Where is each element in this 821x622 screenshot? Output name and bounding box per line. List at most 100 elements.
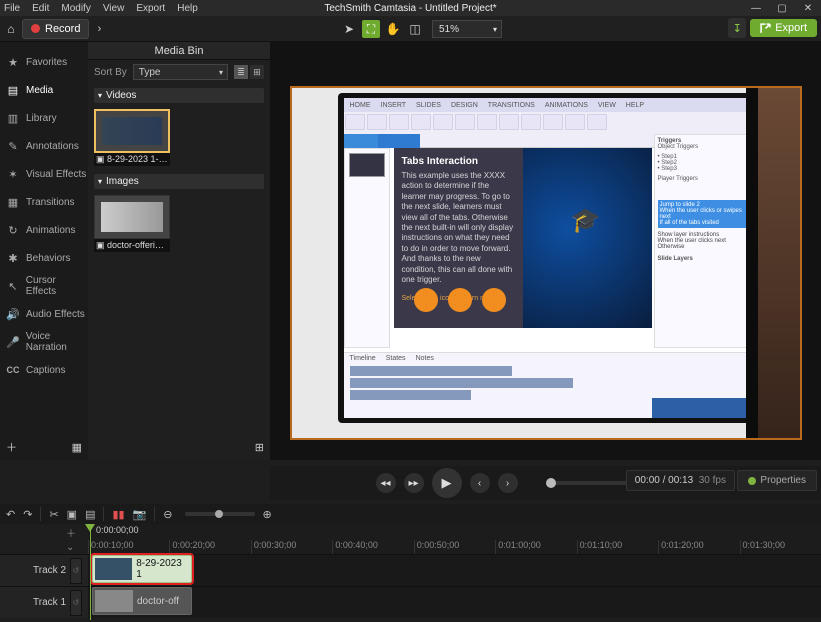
- export-button[interactable]: Export: [750, 19, 817, 37]
- menu-edit[interactable]: Edit: [32, 3, 49, 14]
- menu-modify[interactable]: Modify: [61, 3, 90, 14]
- sidebar-library[interactable]: ▥Library: [0, 104, 88, 132]
- record-more[interactable]: ›: [89, 23, 109, 35]
- bin-item-image[interactable]: ▣ doctor-offering-me...: [94, 195, 170, 252]
- circle-icon: [414, 288, 438, 312]
- sidebar-favorites[interactable]: ★Favorites: [0, 48, 88, 76]
- sort-dropdown[interactable]: Type: [133, 64, 228, 80]
- timeline-ruler[interactable]: 0:00:10;000:00:20;000:00:30;000:00:40;00…: [88, 540, 821, 554]
- track-lock-icon[interactable]: ↺: [70, 590, 82, 616]
- record-button[interactable]: Record: [22, 19, 89, 39]
- track2-lane[interactable]: 8-29-2023 1: [88, 554, 821, 586]
- menu-view[interactable]: View: [103, 3, 125, 14]
- media-icon: ▤: [6, 84, 20, 97]
- inner-triggers-panel: Triggers Object Triggers • Step1• Step2•…: [654, 134, 750, 348]
- sidebar-visual-effects[interactable]: ✶Visual Effects: [0, 160, 88, 188]
- menu-help[interactable]: Help: [177, 3, 198, 14]
- time-display: 00:00 / 00:13 30 fps: [626, 470, 735, 491]
- sidebar-behaviors[interactable]: ✱Behaviors: [0, 244, 88, 272]
- playhead-lane[interactable]: [88, 524, 821, 540]
- cc-icon: CC: [6, 365, 20, 375]
- view-grid[interactable]: ⊞: [250, 65, 264, 79]
- thumbnail-icon: [94, 195, 170, 239]
- tool-sidebar: ★Favorites ▤Media ▥Library ✎Annotations …: [0, 42, 88, 460]
- step-fwd-button[interactable]: ›: [498, 473, 518, 493]
- next-frame-button[interactable]: ▸▸: [404, 473, 424, 493]
- split-button[interactable]: ▮▮: [112, 508, 124, 521]
- bin-item-video[interactable]: ▣ 8-29-2023 1-00-2...: [94, 109, 170, 166]
- sidebar-animations[interactable]: ↻Animations: [0, 216, 88, 244]
- animations-icon: ↻: [6, 224, 20, 237]
- sidebar-media[interactable]: ▤Media: [0, 76, 88, 104]
- sidebar-captions[interactable]: CCCaptions: [0, 356, 88, 384]
- menu-export[interactable]: Export: [136, 3, 165, 14]
- slide-body: This example uses the XXXX action to det…: [402, 171, 515, 285]
- track2-header[interactable]: Track 2 ↺: [0, 554, 88, 586]
- sidebar-annotations[interactable]: ✎Annotations: [0, 132, 88, 160]
- star-icon: ★: [6, 56, 20, 69]
- sidebar-voice-narration[interactable]: 🎤Voice Narration: [0, 328, 88, 356]
- circle-icon: [482, 288, 506, 312]
- paste-button[interactable]: ▤: [85, 508, 95, 521]
- circle-icon: [448, 288, 472, 312]
- zoom-dropdown[interactable]: 51%: [432, 20, 502, 38]
- collapse-tracks-button[interactable]: ⌄: [66, 542, 76, 553]
- window-minimize[interactable]: —: [743, 0, 769, 16]
- clip-image[interactable]: doctor-off: [92, 587, 192, 615]
- track1-header[interactable]: Track 1 ↺: [0, 586, 88, 618]
- behaviors-icon: ✱: [6, 252, 20, 265]
- undo-button[interactable]: ↶: [6, 508, 15, 521]
- record-icon: [31, 24, 40, 33]
- select-tool[interactable]: ⛶: [362, 20, 380, 38]
- clip-video[interactable]: 8-29-2023 1: [92, 555, 192, 583]
- group-images[interactable]: Images: [94, 174, 264, 189]
- timeline-zoom-slider[interactable]: [185, 512, 255, 516]
- inner-bottom-bar: [652, 398, 750, 418]
- bin-view-toggle[interactable]: ⊞: [255, 441, 264, 454]
- canvas-selection[interactable]: HOMEINSERTSLIDESDESIGNTRANSITIONSANIMATI…: [290, 86, 802, 440]
- sidebar-grid-view[interactable]: ▦: [72, 441, 82, 454]
- properties-button[interactable]: Properties: [737, 470, 817, 491]
- window-title: TechSmith Camtasia - Untitled Project*: [324, 0, 496, 16]
- audio-icon: 🔊: [6, 308, 20, 321]
- step-back-button[interactable]: ‹: [470, 473, 490, 493]
- canvas-area: HOMEINSERTSLIDESDESIGNTRANSITIONSANIMATI…: [270, 42, 821, 460]
- zoom-in-button[interactable]: ⊕: [263, 508, 272, 521]
- group-videos[interactable]: Videos: [94, 88, 264, 103]
- person-icon: [746, 88, 800, 440]
- slide-image: [523, 148, 652, 328]
- bin-item-caption: ▣ doctor-offering-me...: [94, 239, 170, 252]
- inner-tabs: HOMEINSERTSLIDESDESIGNTRANSITIONSANIMATI…: [344, 98, 750, 112]
- cut-button[interactable]: ✂: [49, 508, 58, 521]
- transitions-icon: ▦: [6, 196, 20, 209]
- track-lock-icon[interactable]: ↺: [70, 558, 82, 584]
- copy-button[interactable]: ▣: [67, 508, 77, 521]
- inner-slide: Tabs Interaction This example uses the X…: [394, 148, 652, 328]
- hand-tool[interactable]: ✋: [384, 20, 402, 38]
- zoom-out-button[interactable]: ⊖: [163, 508, 172, 521]
- window-maximize[interactable]: ▢: [769, 0, 795, 16]
- add-track-button[interactable]: ＋: [66, 525, 76, 540]
- view-list[interactable]: ≣: [234, 65, 248, 79]
- sidebar-audio-effects[interactable]: 🔊Audio Effects: [0, 300, 88, 328]
- track1-lane[interactable]: doctor-off: [88, 586, 821, 618]
- download-button[interactable]: ↧: [728, 18, 746, 38]
- sidebar-transitions[interactable]: ▦Transitions: [0, 188, 88, 216]
- sidebar-add[interactable]: ＋: [6, 439, 17, 455]
- home-button[interactable]: ⌂: [0, 16, 22, 42]
- crop-tool[interactable]: ◫: [406, 20, 424, 38]
- playhead[interactable]: [90, 524, 91, 620]
- snapshot-button[interactable]: 📷: [133, 508, 147, 521]
- play-button[interactable]: ▶: [432, 468, 462, 498]
- bin-item-caption: ▣ 8-29-2023 1-00-2...: [94, 153, 170, 166]
- menu-file[interactable]: File: [4, 3, 20, 14]
- library-icon: ▥: [6, 112, 20, 125]
- export-icon: [760, 23, 771, 34]
- redo-button[interactable]: ↷: [23, 508, 32, 521]
- prev-frame-button[interactable]: ◂◂: [376, 473, 396, 493]
- sidebar-cursor-effects[interactable]: ↖Cursor Effects: [0, 272, 88, 300]
- timeline-toolbar: ↶ ↷ ✂ ▣ ▤ ▮▮ 📷 ⊖ ⊕: [0, 504, 821, 524]
- window-close[interactable]: ✕: [795, 0, 821, 16]
- sort-label: Sort By: [94, 67, 127, 78]
- pointer-tool[interactable]: ➤: [340, 20, 358, 38]
